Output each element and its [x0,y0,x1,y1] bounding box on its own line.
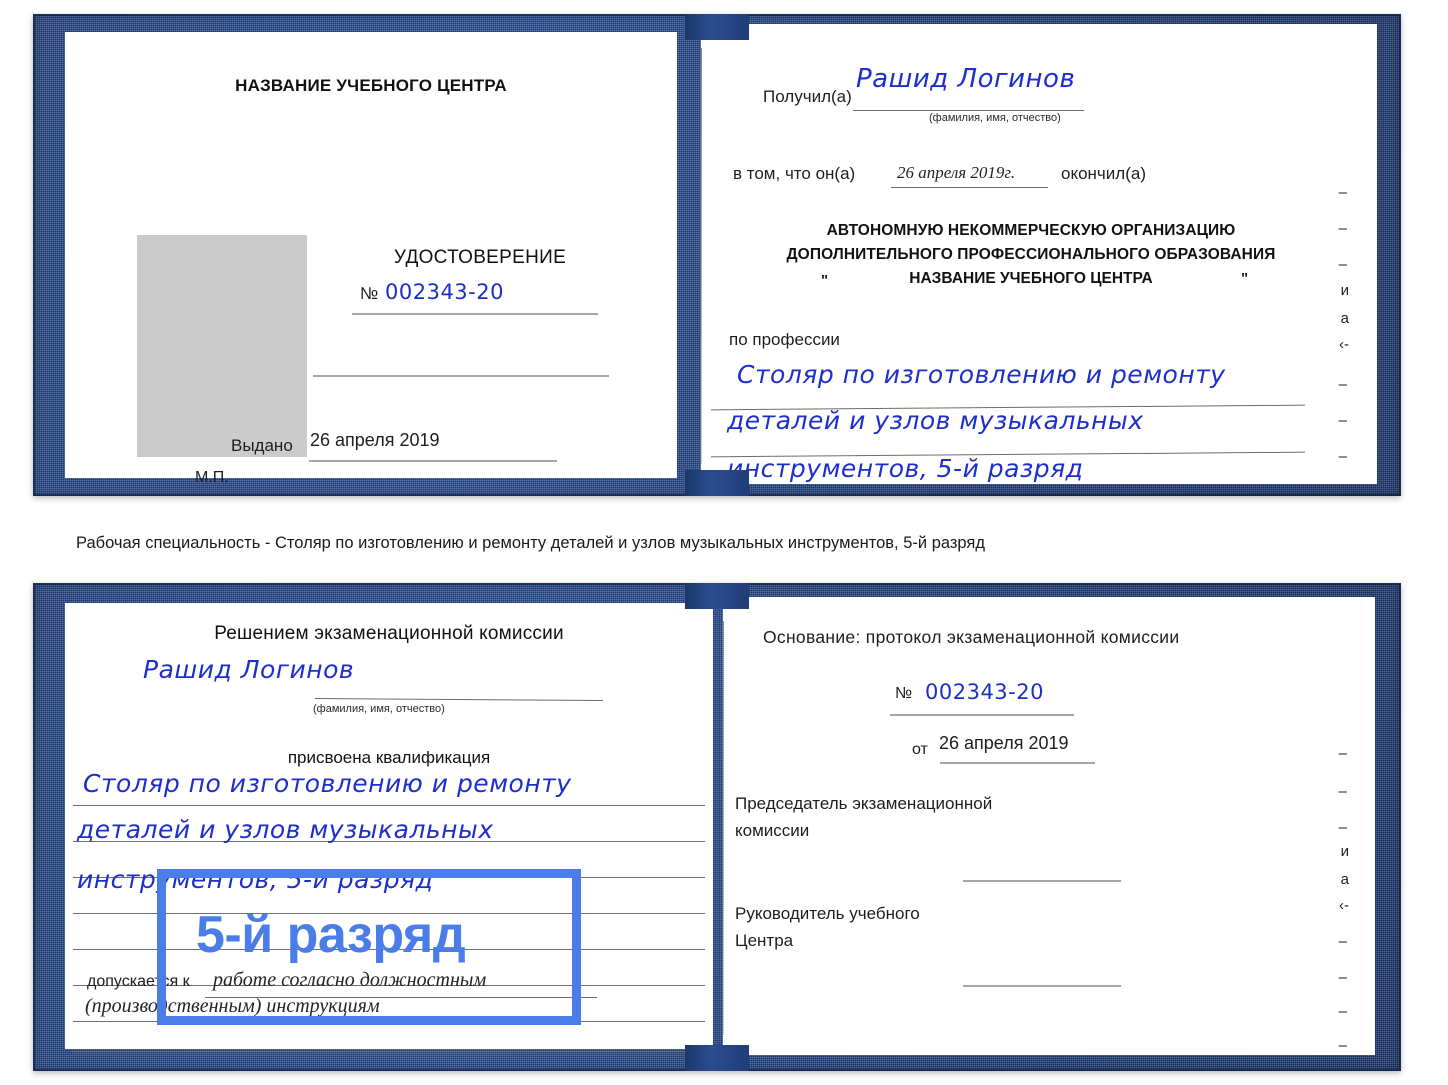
edge-fragment-5: а [1340,310,1349,327]
front-right-page: Получил(а) Рашид Логинов (фамилия, имя, … [701,24,1377,484]
back-edge-fragment-8: – [1338,969,1347,986]
image-caption: Рабочая специальность - Столяр по изгото… [76,534,985,552]
back-edge-fragment-2: – [1338,783,1347,800]
qualification-line-1: Столяр по изготовлению и ремонту [83,769,572,798]
document-type: УДОСТОВЕРЕНИЕ [393,247,567,268]
finished-label: окончил(а) [1061,164,1146,183]
photo-placeholder [137,235,307,457]
back-edge-fragment-1: – [1338,745,1347,762]
quote-close: " [1241,270,1249,287]
stamp-label: М.П. [195,469,229,486]
admitted-value-1: работе согласно должностным [213,969,487,991]
qualification-label: присвоена квалификация [287,748,491,767]
chairman-line-2: комиссии [735,821,810,840]
protocol-date-prefix: от [912,741,928,758]
head-line-2: Центра [735,931,794,950]
edge-fragment-6: ‹- [1339,336,1349,353]
edge-fragment-9: – [1338,448,1347,465]
protocol-number: 002343-20 [925,680,1044,704]
edge-fragment-1: – [1338,184,1347,201]
protocol-date: 26 апреля 2019 [939,733,1069,753]
in-that-label: в том, что он(а) [733,164,856,183]
profession-line-3: инструментов, 5-й разряд [727,454,1084,483]
profession-line-2: деталей и узлов музыкальных [727,406,1144,435]
org-name-line-1: АВТОНОМНУЮ НЕКОММЕРЧЕСКУЮ ОРГАНИЗАЦИЮ [826,222,1236,239]
spine-tab-top [685,14,749,40]
protocol-number-symbol: № [895,685,913,702]
name-hint: (фамилия, имя, отчество) [929,112,1061,124]
qualification-line-3: инструментов, 5-й разряд [77,865,434,894]
back-edge-fragment-4: и [1340,843,1349,860]
profession-line-1: Столяр по изготовлению и ремонту [737,360,1226,389]
completion-date: 26 апреля 2019г. [897,163,1016,182]
qualification-line-2: деталей и узлов музыкальных [77,815,494,844]
certificate-number: 002343-20 [385,280,504,304]
back-name-rule [315,697,603,702]
back-edge-fragment-9: – [1338,1003,1347,1020]
chairman-line-1: Председатель экзаменационной [735,794,993,813]
head-line-1: Руководитель учебного [735,904,920,923]
received-label: Получил(а) [763,87,852,106]
profession-label: по профессии [729,330,840,349]
spine-tab-bottom [685,470,749,496]
number-symbol: № [360,284,379,303]
protocol-date-rule [940,762,1095,764]
org-title: НАЗВАНИЕ УЧЕБНОГО ЦЕНТРА [235,76,507,95]
received-rule [853,110,1084,111]
back-edge-fragment-5: а [1340,871,1349,888]
spine-tab-bottom-2 [685,1045,749,1071]
admitted-value-2: (производственным) инструкциям [85,995,380,1017]
highlight-label: 5-й разряд [196,906,466,964]
edge-fragment-4: и [1340,282,1349,299]
received-name: Рашид Логинов [856,64,1076,94]
issued-rule [309,460,557,462]
commission-heading: Решением экзаменационной комиссии [214,623,564,644]
front-left-page: НАЗВАНИЕ УЧЕБНОГО ЦЕНТРА УДОСТОВЕРЕНИЕ №… [65,32,677,486]
edge-fragment-2: – [1338,220,1347,237]
issued-date: 26 апреля 2019 [310,430,440,450]
back-name-hint: (фамилия, имя, отчество) [313,703,445,715]
back-edge-fragment-6: ‹- [1339,897,1349,914]
page-center-rule [701,48,702,464]
page-center-rule-2 [723,621,724,1035]
basis-label: Основание: протокол экзаменационной коми… [763,627,1180,647]
head-signature-rule [963,985,1121,987]
issued-label: Выдано [231,436,293,455]
certificate-back-cover: Решением экзаменационной комиссии Рашид … [33,583,1401,1071]
org-name-line-2: ДОПОЛНИТЕЛЬНОГО ПРОФЕССИОНАЛЬНОГО ОБРАЗО… [786,246,1276,263]
number-rule [352,313,598,315]
edge-fragment-3: – [1338,256,1347,273]
back-name-value: Рашид Логинов [143,655,355,684]
back-right-page: Основание: протокол экзаменационной коми… [723,597,1375,1055]
back-edge-fragment-7: – [1338,933,1347,950]
back-edge-fragment-10: – [1338,1037,1347,1054]
spine-tab-top-2 [685,583,749,609]
protocol-number-rule [890,714,1074,716]
completion-date-rule [891,187,1048,188]
back-left-page: Решением экзаменационной комиссии Рашид … [65,603,713,1052]
back-edge-fragment-3: – [1338,819,1347,836]
certificate-front-cover: НАЗВАНИЕ УЧЕБНОГО ЦЕНТРА УДОСТОВЕРЕНИЕ №… [33,14,1401,496]
admitted-label: допускается к [87,973,190,990]
chairman-signature-rule [963,880,1121,882]
blank-rule [313,375,609,377]
edge-fragment-8: – [1338,412,1347,429]
edge-fragment-7: – [1338,376,1347,393]
